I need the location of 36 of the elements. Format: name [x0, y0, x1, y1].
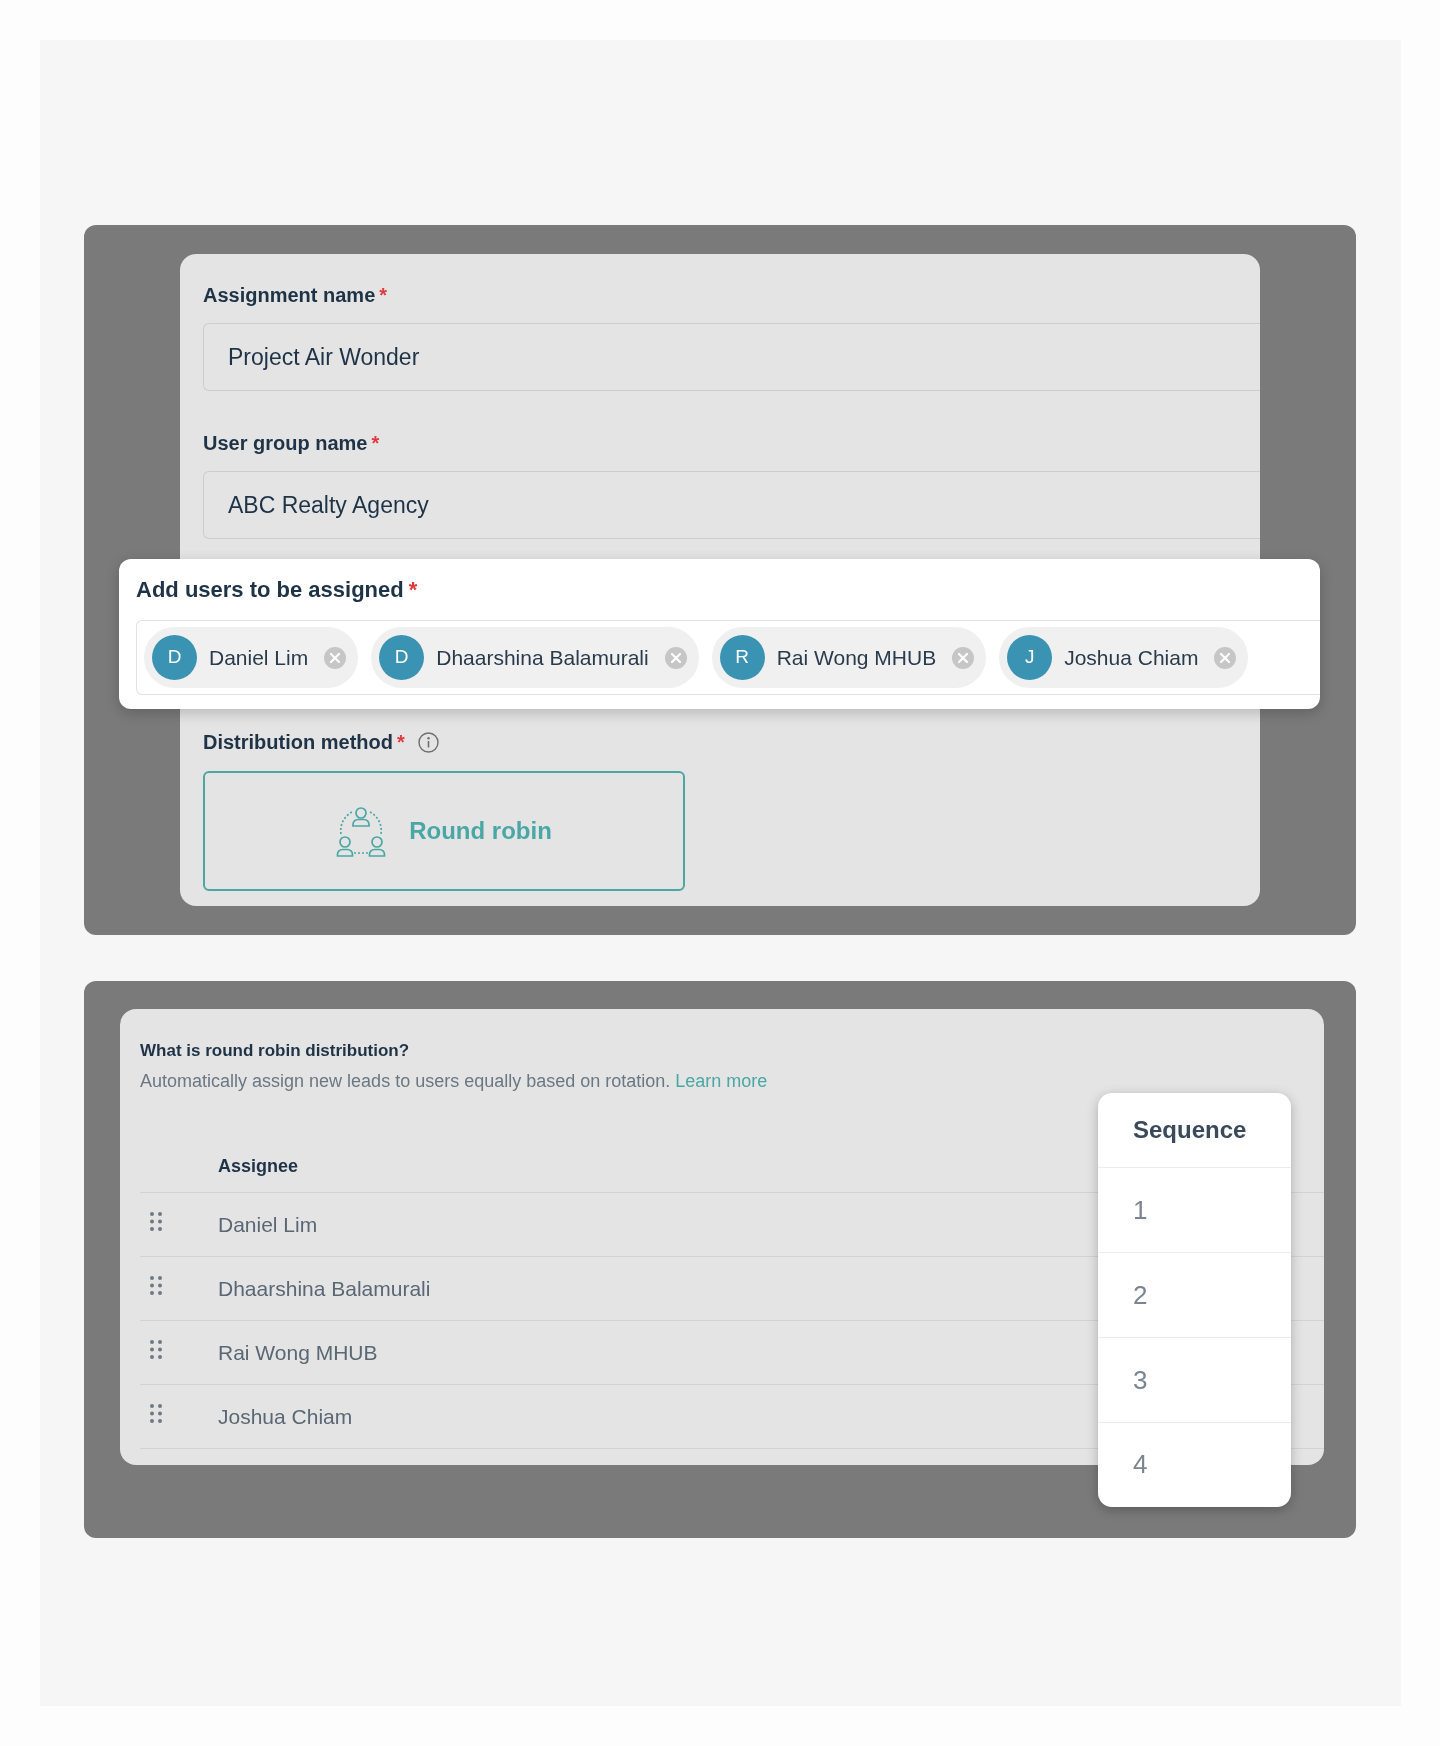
user-avatar: D: [379, 635, 425, 680]
required-asterisk: *: [397, 730, 405, 755]
people-circle-icon: [336, 805, 387, 857]
user-avatar: J: [1007, 635, 1053, 680]
user-avatar: D: [152, 635, 197, 680]
required-asterisk: *: [379, 283, 388, 308]
table-cell-text: Joshua Chiam: [218, 1403, 353, 1430]
drag-handle-icon[interactable]: [150, 1404, 162, 1423]
info-description: Automatically assign new leads to users equally based on rotation. Learn more: [140, 1070, 769, 1093]
field-label: Add users to be assigned: [136, 575, 404, 604]
field-label: Distribution method: [203, 730, 393, 755]
field-label: User group name: [203, 431, 368, 456]
text-input[interactable]: ABC Realty Agency: [203, 471, 1260, 539]
table-cell-text: 4: [1133, 1447, 1148, 1481]
user-name: Joshua Chiam: [1064, 644, 1199, 671]
drag-handle-icon[interactable]: [150, 1212, 162, 1231]
required-asterisk: *: [371, 431, 380, 456]
info-icon[interactable]: [417, 731, 439, 753]
text-input[interactable]: Project Air Wonder: [203, 323, 1260, 391]
required-asterisk: *: [408, 575, 418, 604]
table-cell-text: Daniel Lim: [218, 1211, 318, 1238]
user-name: Dhaarshina Balamurali: [436, 644, 649, 671]
info-title: What is round robin distribution?: [140, 1040, 411, 1062]
column-header: Assignee: [218, 1154, 299, 1178]
user-avatar: R: [719, 635, 765, 680]
table-cell-text: Dhaarshina Balamurali: [218, 1275, 431, 1302]
user-name: Rai Wong MHUB: [776, 644, 937, 671]
table-cell-text: Rai Wong MHUB: [218, 1339, 378, 1366]
table-cell-text: 3: [1133, 1363, 1148, 1397]
field-label: Assignment name: [203, 283, 376, 308]
drag-handle-icon[interactable]: [150, 1276, 162, 1295]
column-header: Sequence: [1133, 1115, 1247, 1145]
table-cell-text: 1: [1133, 1193, 1148, 1227]
table-cell-text: 2: [1133, 1278, 1148, 1312]
drag-handle-icon[interactable]: [150, 1340, 162, 1359]
user-name: Daniel Lim: [209, 644, 309, 671]
